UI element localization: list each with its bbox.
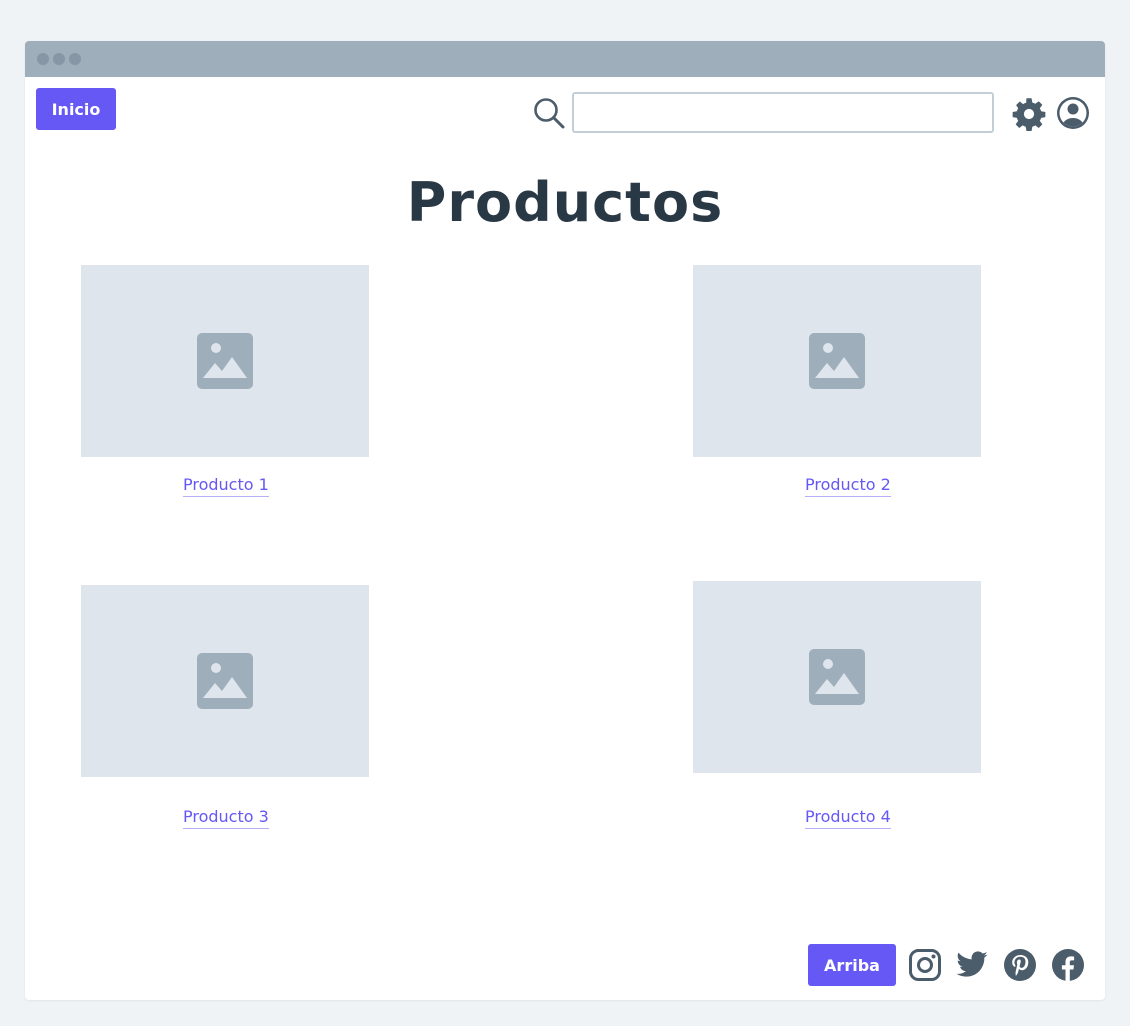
user-avatar-icon[interactable] (1056, 96, 1090, 130)
facebook-icon[interactable] (1051, 948, 1085, 982)
back-to-top-button[interactable]: Arriba (808, 944, 896, 986)
gear-icon[interactable] (1011, 96, 1047, 132)
window-dot[interactable] (37, 53, 49, 65)
image-placeholder-icon (197, 653, 253, 709)
image-placeholder-icon (809, 649, 865, 705)
twitter-icon[interactable] (955, 948, 989, 982)
home-button[interactable]: Inicio (36, 88, 116, 130)
search-input[interactable] (572, 92, 994, 133)
product-image[interactable] (81, 585, 369, 777)
search-icon[interactable] (532, 97, 566, 131)
window-titlebar (25, 41, 1105, 77)
product-link[interactable]: Producto 3 (183, 807, 269, 829)
image-placeholder-icon (197, 333, 253, 389)
window-dot[interactable] (69, 53, 81, 65)
product-image[interactable] (693, 265, 981, 457)
product-image[interactable] (693, 581, 981, 773)
instagram-icon[interactable] (908, 948, 942, 982)
product-link[interactable]: Producto 1 (183, 475, 269, 497)
product-link[interactable]: Producto 2 (805, 475, 891, 497)
browser-window: Inicio Productos Producto 1 Producto 2 P… (25, 41, 1105, 1000)
product-link[interactable]: Producto 4 (805, 807, 891, 829)
product-image[interactable] (81, 265, 369, 457)
window-dot[interactable] (53, 53, 65, 65)
image-placeholder-icon (809, 333, 865, 389)
page-title: Productos (406, 171, 724, 234)
pinterest-icon[interactable] (1003, 948, 1037, 982)
